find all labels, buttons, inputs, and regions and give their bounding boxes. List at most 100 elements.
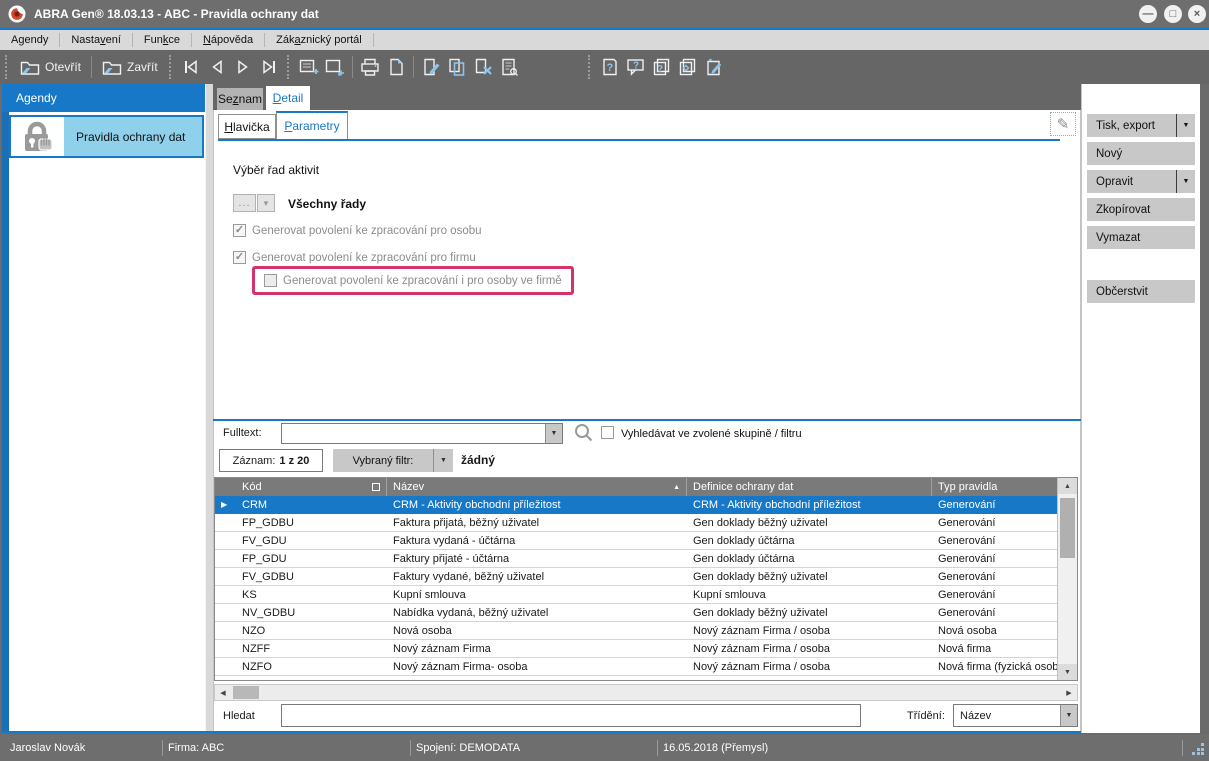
vertical-scrollbar[interactable]: ▲ ▼: [1057, 478, 1077, 680]
status-separator: [657, 740, 658, 756]
search-in-group-checkbox[interactable]: [601, 426, 614, 439]
checkbox-generate-company[interactable]: ✓ Generovat povolení ke zpracování pro f…: [233, 251, 476, 264]
edit-record-button[interactable]: [418, 54, 444, 80]
table-row[interactable]: NV_GDBUNabídka vydaná, běžný uživatelGen…: [215, 604, 1057, 622]
next-record-button[interactable]: [230, 54, 256, 80]
menu-agendy[interactable]: Agendy: [0, 30, 59, 50]
zkopirovat-button[interactable]: Zkopírovat: [1087, 198, 1195, 221]
data-protection-lock-icon: [11, 117, 64, 156]
toolbar-grip[interactable]: [588, 55, 592, 79]
record-label: Záznam:: [233, 455, 276, 467]
opravit-dropdown-icon[interactable]: ▼: [1176, 170, 1195, 193]
sidebar-header: Agendy: [2, 84, 205, 112]
open-agenda-button[interactable]: Otevřít: [14, 56, 87, 79]
close-button[interactable]: ×: [1188, 5, 1206, 23]
column-options-icon[interactable]: [372, 483, 380, 491]
scroll-left-icon[interactable]: ◀: [215, 685, 231, 700]
horizontal-scrollbar[interactable]: ◀ ▶: [214, 684, 1078, 701]
tab-detail[interactable]: Detail: [266, 86, 310, 110]
sidebar-item-pravidla-ochrany-dat[interactable]: Pravidla ochrany dat: [9, 115, 204, 158]
table-row[interactable]: FP_GDBUFaktura přijatá, běžný uživatelGe…: [215, 514, 1057, 532]
obcerstvit-button[interactable]: Občerstvit: [1087, 280, 1195, 303]
series-picker-dropdown[interactable]: ▼: [257, 194, 275, 212]
search-icon[interactable]: [573, 422, 595, 444]
menu-funkce[interactable]: Funkce: [133, 30, 191, 50]
toolbar-grip[interactable]: [169, 55, 173, 79]
active-tab-underline: [218, 139, 1060, 141]
records-table: Kód Název▲ Definice ochrany dat Typ prav…: [214, 477, 1078, 681]
agenda-help-button[interactable]: ?: [649, 54, 675, 80]
activity-series-label: Výběr řad aktivit: [233, 163, 319, 177]
vymazat-button[interactable]: Vymazat: [1087, 226, 1195, 249]
copy-record-button[interactable]: [444, 54, 470, 80]
document-list-button[interactable]: [496, 54, 522, 80]
table-row[interactable]: NZFONový záznam Firma- osobaNový záznam …: [215, 658, 1057, 676]
fulltext-dropdown-icon[interactable]: ▼: [545, 424, 562, 443]
abra-logo-icon: [8, 5, 26, 23]
tab-hlavicka[interactable]: Hlavička: [218, 114, 276, 139]
maximize-button[interactable]: □: [1164, 5, 1182, 23]
table-row[interactable]: FV_GDBUFaktury vydané, běžný uživatelGen…: [215, 568, 1057, 586]
opravit-button[interactable]: Opravit ▼: [1087, 170, 1195, 193]
last-record-button[interactable]: [256, 54, 282, 80]
tisk-export-button[interactable]: Tisk, export ▼: [1087, 114, 1195, 137]
tab-seznam[interactable]: Seznam: [217, 88, 263, 110]
menu-nastaveni[interactable]: Nastavení: [60, 30, 132, 50]
menu-napoveda[interactable]: Nápověda: [192, 30, 264, 50]
menu-zakaznicky-portal[interactable]: Zákaznický portál: [265, 30, 373, 50]
close-agenda-button[interactable]: Zavřít: [96, 56, 164, 79]
first-record-button[interactable]: [178, 54, 204, 80]
checkbox-generate-person[interactable]: ✓ Generovat povolení ke zpracování pro o…: [233, 224, 482, 237]
scroll-right-icon[interactable]: ▶: [1061, 685, 1077, 700]
related-help-button[interactable]: [675, 54, 701, 80]
titlebar: ABRA Gen® 18.03.13 - ABC - Pravidla ochr…: [0, 0, 1209, 28]
table-row[interactable]: KSKupní smlouvaKupní smlouvaGenerování: [215, 586, 1057, 604]
checkbox-checked-icon: ✓: [233, 251, 246, 264]
vertical-scroll-thumb[interactable]: [1060, 498, 1075, 558]
help-button[interactable]: ?: [597, 54, 623, 80]
previous-record-button[interactable]: [204, 54, 230, 80]
table-row[interactable]: FP_GDUFaktury přijaté - účtárnaGen dokla…: [215, 550, 1057, 568]
print-button[interactable]: [357, 54, 383, 80]
horizontal-scroll-thumb[interactable]: [233, 686, 259, 699]
hledat-input[interactable]: [281, 704, 861, 727]
selected-filter-button[interactable]: Vybraný filtr:: [333, 449, 433, 472]
trideni-dropdown-icon[interactable]: ▼: [1060, 705, 1077, 726]
fulltext-input[interactable]: [282, 424, 545, 443]
tisk-export-dropdown-icon[interactable]: ▼: [1176, 114, 1195, 137]
attach-window-button[interactable]: [296, 54, 322, 80]
tab-parametry[interactable]: Parametry: [276, 111, 348, 139]
table-row[interactable]: NZFFNový záznam FirmaNový záznam Firma /…: [215, 640, 1057, 658]
column-header-definice[interactable]: Definice ochrany dat: [687, 478, 932, 496]
layout-edit-pencil-icon[interactable]: ✎: [1050, 112, 1076, 136]
blank-document-button[interactable]: [383, 54, 409, 80]
checkbox-unchecked-icon[interactable]: [264, 274, 277, 287]
sidebar-splitter[interactable]: [205, 84, 213, 733]
delete-record-button[interactable]: [470, 54, 496, 80]
sort-ascending-icon: ▲: [673, 484, 680, 491]
minimize-button[interactable]: —: [1139, 5, 1157, 23]
selected-filter-dropdown-icon[interactable]: ▼: [433, 449, 453, 472]
toolbar-grip[interactable]: [5, 55, 9, 79]
context-help-button[interactable]: ?: [623, 54, 649, 80]
scroll-down-icon[interactable]: ▼: [1058, 664, 1077, 680]
toolbar-grip[interactable]: [287, 55, 291, 79]
table-row[interactable]: NZONová osobaNový záznam Firma / osobaNo…: [215, 622, 1057, 640]
series-picker-button[interactable]: ...: [233, 194, 256, 212]
fulltext-combo: ▼: [281, 423, 563, 444]
detach-window-button[interactable]: [322, 54, 348, 80]
table-row[interactable]: ▶ CRMCRM - Aktivity obchodní příležitost…: [215, 496, 1057, 514]
novy-button[interactable]: Nový: [1087, 142, 1195, 165]
trideni-dropdown[interactable]: Název ▼: [953, 704, 1078, 727]
resize-grip[interactable]: [1192, 743, 1204, 755]
column-header-nazev[interactable]: Název▲: [387, 478, 687, 496]
abra-gen-window: ABRA Gen® 18.03.13 - ABC - Pravidla ochr…: [0, 0, 1209, 761]
column-header-kod[interactable]: Kód: [215, 478, 387, 496]
table-row[interactable]: FV_GDUFaktura vydaná - účtárnaGen doklad…: [215, 532, 1057, 550]
scroll-up-icon[interactable]: ▲: [1058, 478, 1077, 494]
column-header-typ[interactable]: Typ pravidla: [932, 478, 1057, 496]
main-tabstrip: [213, 84, 1081, 110]
notes-button[interactable]: [701, 54, 727, 80]
section-divider: [213, 419, 1081, 421]
trideni-label: Třídění:: [907, 710, 945, 722]
